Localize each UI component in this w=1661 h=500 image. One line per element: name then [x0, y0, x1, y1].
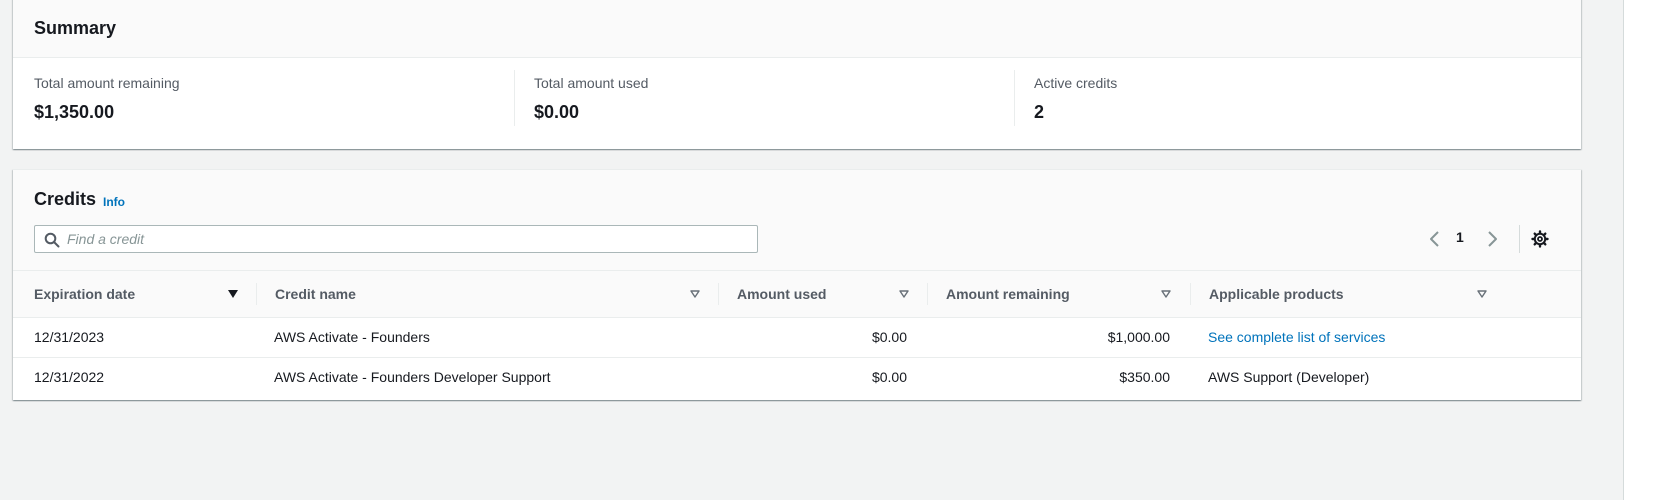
billing-credits-page: Summary Total amount remaining $1,350.00… — [0, 0, 1661, 500]
cell-amount-remaining: $1,000.00 — [1107, 329, 1170, 345]
column-header-label: Applicable products — [1209, 286, 1344, 302]
column-header-label: Amount used — [737, 286, 827, 302]
sort-unsorted-icon[interactable] — [1475, 287, 1489, 301]
pagination-divider — [1519, 225, 1520, 253]
column-header-label: Credit name — [275, 286, 356, 302]
summary-item-value: $0.00 — [534, 102, 580, 122]
cell-amount-used: $0.00 — [871, 329, 907, 345]
summary-item-label: Active credits — [1034, 75, 1118, 91]
credits-title: Credits — [34, 189, 97, 209]
column-header-amount-used[interactable]: Amount used — [737, 271, 897, 317]
side-panel-rail — [1624, 0, 1661, 500]
column-header-amount-remaining[interactable]: Amount remaining — [946, 271, 1156, 317]
sort-unsorted-icon[interactable] — [897, 287, 911, 301]
cell-amount-used: $0.00 — [871, 369, 907, 385]
column-divider — [1014, 70, 1015, 126]
summary-item-active-credits: Active credits 2 — [1034, 58, 1504, 149]
pagination-current-page[interactable]: 1 — [1456, 229, 1464, 245]
cell-credit-name: AWS Activate - Founders — [274, 329, 430, 345]
cell-credit-name: AWS Activate - Founders Developer Suppor… — [274, 369, 551, 385]
cell-applicable-products: AWS Support (Developer) — [1208, 369, 1370, 385]
chevron-right-icon[interactable] — [1482, 228, 1502, 250]
table-row: 12/31/2023 AWS Activate - Founders $0.00… — [13, 318, 1581, 358]
search-box[interactable] — [34, 225, 758, 253]
sort-unsorted-icon[interactable] — [1159, 287, 1173, 301]
search-icon — [44, 232, 60, 248]
column-divider — [927, 283, 928, 305]
gear-icon[interactable] — [1531, 230, 1549, 248]
credits-table: Expiration date Credit name Amount used — [13, 270, 1581, 398]
summary-item-value: $1,350.00 — [34, 102, 115, 122]
summary-item-label: Total amount remaining — [34, 75, 180, 91]
summary-item-label: Total amount used — [534, 75, 649, 91]
credits-container: Credits Info 1 — [13, 169, 1581, 400]
summary-body: Total amount remaining $1,350.00 Total a… — [13, 58, 1581, 149]
summary-item-value: 2 — [1034, 102, 1045, 122]
cell-expiration-date: 12/31/2023 — [34, 329, 105, 345]
search-input[interactable] — [67, 229, 747, 249]
column-divider — [1190, 283, 1191, 305]
summary-title: Summary — [34, 18, 117, 38]
column-divider — [256, 283, 257, 305]
summary-header: Summary — [13, 0, 1581, 58]
table-row: 12/31/2022 AWS Activate - Founders Devel… — [13, 358, 1581, 398]
sort-unsorted-icon[interactable] — [688, 287, 702, 301]
column-header-label: Expiration date — [34, 286, 136, 302]
column-header-credit-name[interactable]: Credit name — [275, 271, 675, 317]
column-header-label: Amount remaining — [946, 286, 1070, 302]
cell-amount-remaining: $350.00 — [1119, 369, 1170, 385]
sort-descending-icon[interactable] — [226, 287, 240, 301]
cell-expiration-date: 12/31/2022 — [34, 369, 105, 385]
info-link[interactable]: Info — [103, 195, 125, 209]
summary-item-total-remaining: Total amount remaining $1,350.00 — [34, 58, 504, 149]
column-header-applicable-products[interactable]: Applicable products — [1209, 271, 1469, 317]
column-divider — [514, 70, 515, 126]
summary-container: Summary Total amount remaining $1,350.00… — [13, 0, 1581, 149]
summary-item-total-used: Total amount used $0.00 — [534, 58, 1004, 149]
column-divider — [718, 283, 719, 305]
column-header-expiration-date[interactable]: Expiration date — [34, 271, 234, 317]
chevron-left-icon[interactable] — [1425, 228, 1445, 250]
credits-header: Credits Info 1 — [13, 170, 1581, 270]
table-header-row: Expiration date Credit name Amount used — [13, 270, 1581, 318]
see-services-link[interactable]: See complete list of services — [1208, 318, 1385, 358]
